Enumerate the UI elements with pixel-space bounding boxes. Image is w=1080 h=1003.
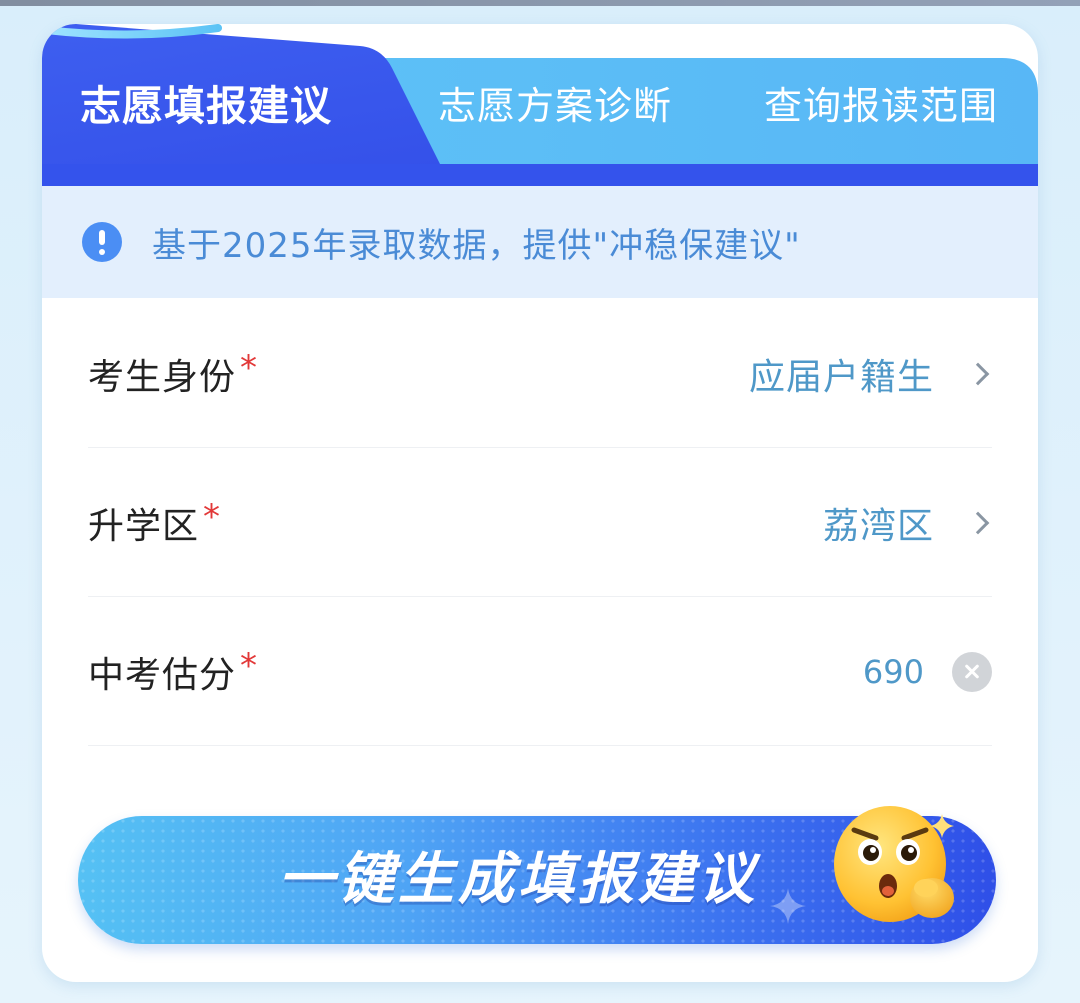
required-mark: * (240, 347, 258, 388)
chevron-right-icon (966, 511, 990, 534)
tab-plan-diagnosis[interactable]: 志愿方案诊断 (438, 76, 698, 136)
notice-bar: 基于2025年录取数据，提供"冲稳保建议" (42, 186, 1038, 298)
surprised-emoji-icon (834, 806, 954, 922)
recommendation-card: 志愿填报建议 志愿方案诊断 查询报读范围 基于2025年录取数据，提供"冲稳保建… (42, 24, 1038, 982)
identity-label: 考生身份 (88, 356, 237, 398)
tab-application-advice[interactable]: 志愿填报建议 (80, 76, 370, 136)
district-value[interactable]: 荔湾区 (823, 497, 934, 549)
clear-icon[interactable] (952, 651, 992, 692)
tab-bar: 志愿填报建议 志愿方案诊断 查询报读范围 (42, 24, 1038, 186)
exclamation-circle-icon (82, 222, 122, 262)
chevron-right-icon (966, 362, 990, 385)
generate-button-label: 一键生成填报建议 (278, 847, 758, 912)
tab-enrollment-range[interactable]: 查询报读范围 (764, 76, 1024, 136)
score-row: 中考估分 * 690 (88, 598, 992, 746)
district-row[interactable]: 升学区 * 荔湾区 (88, 449, 992, 597)
active-tab-indicator (42, 24, 222, 39)
identity-value[interactable]: 应届户籍生 (749, 348, 934, 400)
score-label: 中考估分 (88, 654, 237, 696)
district-label: 升学区 (88, 505, 200, 547)
identity-row[interactable]: 考生身份 * 应届户籍生 (88, 300, 992, 448)
score-input[interactable]: 690 (863, 653, 924, 691)
notice-text: 基于2025年录取数据，提供"冲稳保建议" (152, 225, 801, 266)
window-top-edge (0, 0, 1080, 6)
sparkle-icon (770, 888, 806, 924)
required-mark: * (203, 496, 221, 537)
required-mark: * (240, 645, 258, 686)
